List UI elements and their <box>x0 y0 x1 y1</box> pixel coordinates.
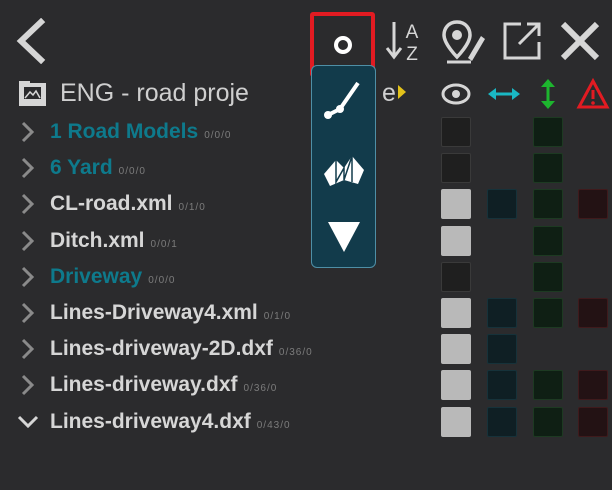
vertical-status-cell <box>533 189 563 219</box>
list-item-label: Lines-driveway-2D.dxf 0/36/0 <box>50 337 313 361</box>
list-item-label: Lines-driveway.dxf 0/36/0 <box>50 373 277 397</box>
horizontal-status-cell <box>487 370 517 400</box>
list-item-counts: 0/1/0 <box>178 202 206 213</box>
triangle-point-icon <box>327 222 360 252</box>
visibility-toggle[interactable] <box>441 153 471 183</box>
horizontal-arrows-icon[interactable] <box>486 80 522 108</box>
chevron-right-icon[interactable] <box>16 150 40 186</box>
visibility-toggle[interactable] <box>441 298 471 328</box>
list-item-counts: 0/0/0 <box>118 166 146 177</box>
list-item-counts: 0/36/0 <box>243 383 278 394</box>
triangle-mode-button[interactable] <box>312 211 375 261</box>
list-item-label: Lines-Driveway4.xml 0/1/0 <box>50 301 291 325</box>
list-item-counts: 0/0/0 <box>204 130 232 141</box>
list-item[interactable]: Lines-driveway.dxf 0/36/0 <box>0 367 440 403</box>
list-item[interactable]: Lines-driveway-2D.dxf 0/36/0 <box>0 331 440 367</box>
vertical-status-cell <box>533 370 563 400</box>
vertical-status-cell <box>533 226 563 256</box>
vertical-arrows-icon[interactable] <box>534 78 562 110</box>
eye-icon[interactable] <box>440 80 472 108</box>
sort-letter-z: Z <box>406 44 418 63</box>
list-item-counts: 0/0/0 <box>148 275 176 286</box>
visibility-toggle[interactable] <box>441 189 471 219</box>
visibility-toggle[interactable] <box>441 262 471 292</box>
list-item[interactable]: Lines-Driveway4.xml 0/1/0 <box>0 295 440 331</box>
list-item-label: 1 Road Models 0/0/0 <box>50 120 231 144</box>
list-item-label: 6 Yard 0/0/0 <box>50 156 146 180</box>
chevron-right-icon[interactable] <box>16 114 40 150</box>
visibility-toggle[interactable] <box>441 370 471 400</box>
visibility-toggle[interactable] <box>441 117 471 147</box>
warning-status-cell <box>578 370 608 400</box>
folder-title-suffix: e <box>382 79 396 107</box>
warning-status-cell <box>578 407 608 437</box>
vertical-status-cell <box>533 117 563 147</box>
list-item-counts: 0/1/0 <box>263 311 292 322</box>
horizontal-status-cell <box>487 407 517 437</box>
pin-edit-button[interactable] <box>438 12 490 70</box>
visibility-toggle[interactable] <box>441 407 471 437</box>
back-button[interactable] <box>4 12 56 70</box>
visibility-toggle[interactable] <box>441 334 471 364</box>
list-item-counts: 0/0/1 <box>150 239 178 250</box>
list-item-name: CL-road.xml <box>50 192 173 215</box>
close-icon <box>560 21 600 61</box>
list-item-name: Lines-Driveway4.xml <box>50 301 258 324</box>
sort-button[interactable]: A Z <box>378 12 430 70</box>
horizontal-status-cell <box>487 334 517 364</box>
chevron-right-icon[interactable] <box>16 295 40 331</box>
list-item-name: 6 Yard <box>50 156 113 179</box>
list-item-name: Ditch.xml <box>50 229 145 252</box>
list-item[interactable]: Lines-driveway4.dxf 0/43/0 <box>0 404 440 440</box>
vertical-status-cell <box>533 262 563 292</box>
back-arrow-icon <box>16 18 46 64</box>
chevron-right-icon[interactable] <box>16 223 40 259</box>
folder-title: ENG - road proje <box>60 79 249 107</box>
polyline-icon <box>323 81 360 119</box>
point-mode-popup <box>311 65 376 268</box>
vertical-status-cell <box>533 298 563 328</box>
chevron-down-icon[interactable] <box>16 404 40 440</box>
list-item-label: CL-road.xml 0/1/0 <box>50 192 206 216</box>
sort-letter-a: A <box>406 22 419 43</box>
horizontal-status-cell <box>487 189 517 219</box>
warning-status-cell <box>578 298 608 328</box>
warning-icon[interactable] <box>576 78 610 110</box>
list-item-label: Ditch.xml 0/0/1 <box>50 229 178 253</box>
list-item-name: Lines-driveway-2D.dxf <box>50 337 273 360</box>
expand-icon <box>503 22 541 60</box>
list-item-name: 1 Road Models <box>50 120 199 143</box>
expand-button[interactable] <box>496 12 548 70</box>
vertical-status-cell <box>533 153 563 183</box>
warning-status-cell <box>578 189 608 219</box>
list-item-name: Lines-driveway4.dxf <box>50 410 251 433</box>
chevron-right-icon[interactable] <box>16 367 40 403</box>
list-item-counts: 0/36/0 <box>278 347 313 358</box>
surface-icon <box>323 155 364 186</box>
chevron-right-icon[interactable] <box>16 186 40 222</box>
point-icon <box>333 35 352 54</box>
surface-mode-button[interactable] <box>312 146 375 196</box>
folder-more-arrow-icon[interactable] <box>398 85 406 99</box>
list-item-label: Lines-driveway4.dxf 0/43/0 <box>50 410 291 434</box>
list-item-name: Driveway <box>50 265 143 288</box>
list-item-label: Driveway 0/0/0 <box>50 265 175 289</box>
list-item-counts: 0/43/0 <box>256 420 291 431</box>
list-item-name: Lines-driveway.dxf <box>50 373 238 396</box>
horizontal-status-cell <box>487 298 517 328</box>
visibility-toggle[interactable] <box>441 226 471 256</box>
map-pin-edit-icon <box>442 20 485 64</box>
sort-az-icon: A Z <box>385 22 419 63</box>
close-button[interactable] <box>554 12 606 70</box>
chevron-right-icon[interactable] <box>16 259 40 295</box>
vertical-status-cell <box>533 407 563 437</box>
polyline-mode-button[interactable] <box>312 74 375 124</box>
chevron-right-icon[interactable] <box>16 331 40 367</box>
folder-image-icon <box>19 81 46 106</box>
